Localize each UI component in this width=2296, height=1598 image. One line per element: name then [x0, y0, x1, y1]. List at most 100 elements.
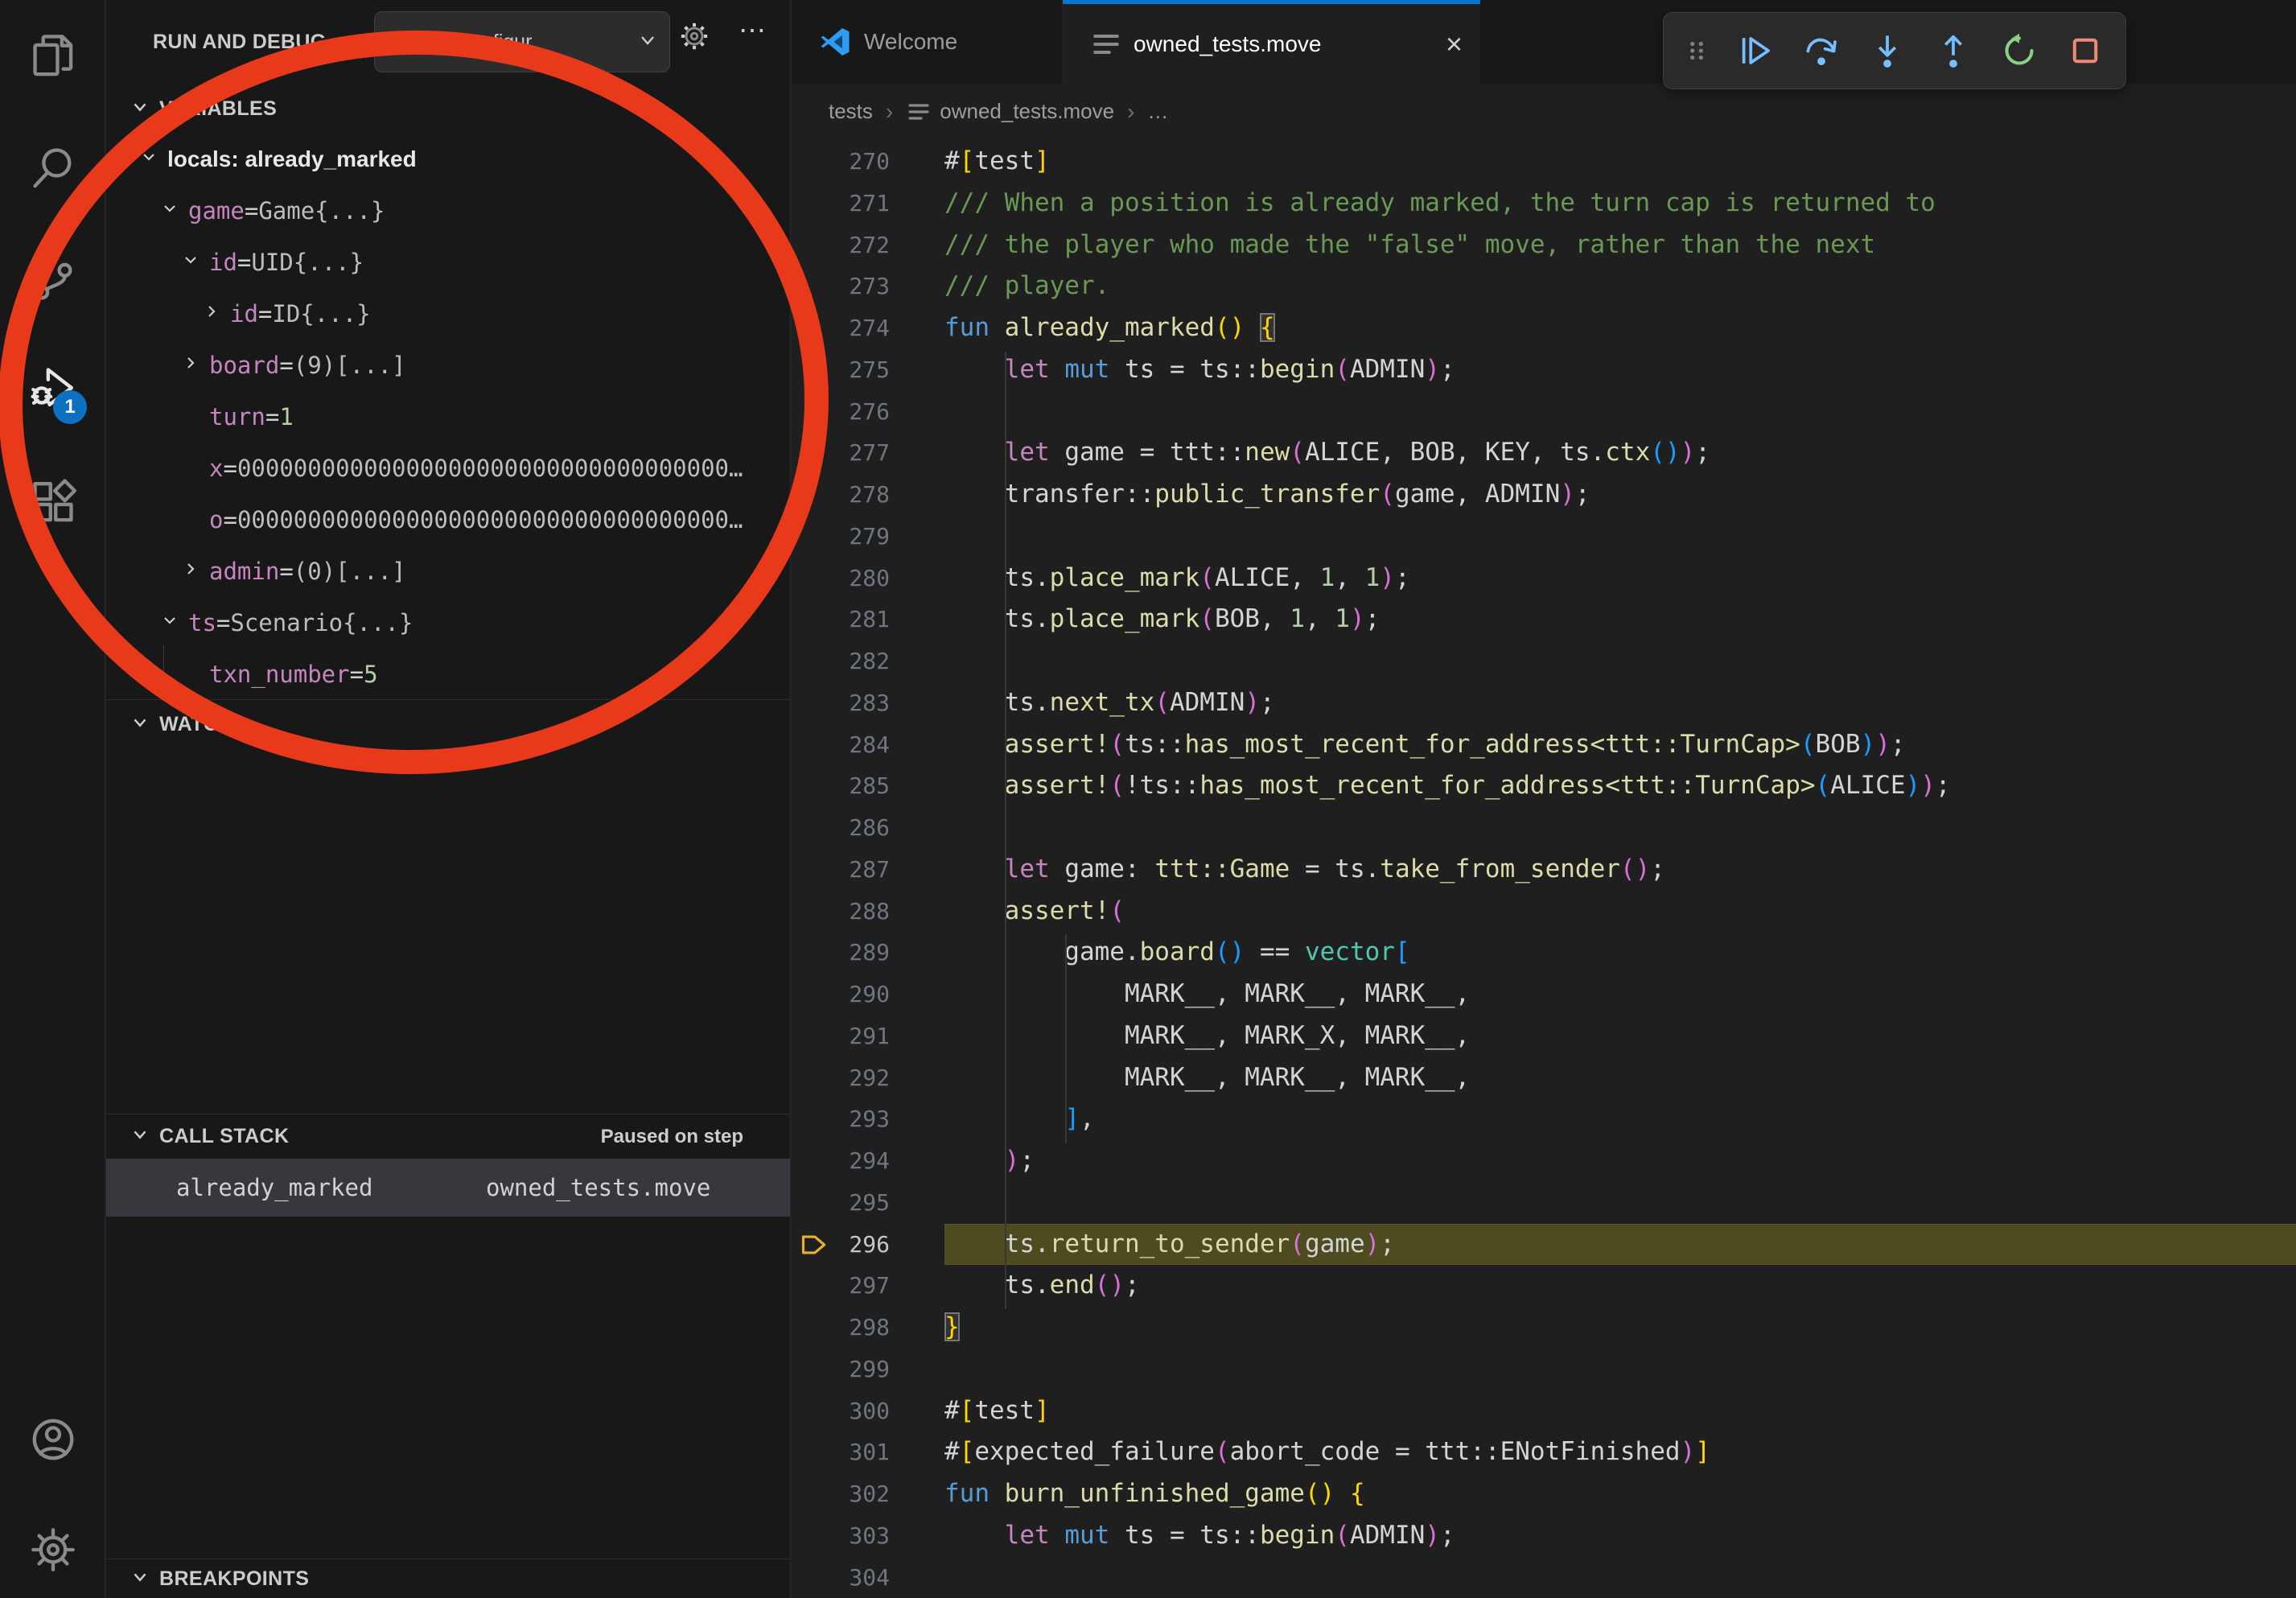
step-out-button[interactable] [1932, 30, 1974, 72]
breakpoints-section-header[interactable]: BREAKPOINTS [106, 1559, 790, 1598]
line-number[interactable]: 301 [792, 1431, 944, 1473]
line-number[interactable]: 300 [792, 1390, 944, 1432]
variable-row[interactable]: board = (9)[...] [106, 340, 790, 391]
code-line[interactable]: 285 assert!(!ts::has_most_recent_for_add… [792, 765, 2296, 807]
code-line[interactable]: 296 ts.return_to_sender(game); [792, 1224, 2296, 1266]
more-actions-icon[interactable]: ⋯ [739, 14, 766, 47]
code-line[interactable]: 287 let game: ttt::Game = ts.take_from_s… [792, 849, 2296, 891]
extensions-icon[interactable] [0, 458, 105, 546]
code-line[interactable]: 298} [792, 1307, 2296, 1349]
line-number[interactable]: 280 [792, 558, 944, 599]
line-number[interactable]: 275 [792, 349, 944, 391]
settings-gear-icon[interactable] [0, 1505, 105, 1594]
code-line[interactable]: 272/// the player who made the "false" m… [792, 224, 2296, 266]
code-line[interactable]: 273/// player. [792, 266, 2296, 307]
line-number[interactable]: 274 [792, 307, 944, 349]
variable-row[interactable]: turn = 1 [106, 391, 790, 443]
drag-grip-icon[interactable] [1683, 30, 1710, 72]
tab-welcome[interactable]: Welcome [792, 0, 1063, 84]
call-stack-section-header[interactable]: CALL STACK Paused on step [106, 1114, 790, 1159]
line-number[interactable]: 270 [792, 141, 944, 183]
line-number[interactable]: 292 [792, 1057, 944, 1099]
line-number[interactable]: 294 [792, 1140, 944, 1182]
code-line[interactable]: 291 MARK__, MARK_X, MARK__, [792, 1015, 2296, 1057]
line-number[interactable]: 286 [792, 807, 944, 849]
code-line[interactable]: 303 let mut ts = ts::begin(ADMIN); [792, 1515, 2296, 1557]
restart-button[interactable] [1998, 30, 2040, 72]
code-line[interactable]: 304 [792, 1557, 2296, 1598]
code-line[interactable]: 295 [792, 1182, 2296, 1224]
line-number[interactable]: 281 [792, 599, 944, 640]
gear-icon[interactable] [679, 21, 710, 59]
code-line[interactable]: 289 game.board() == vector[ [792, 932, 2296, 974]
line-number[interactable]: 303 [792, 1515, 944, 1557]
variable-row[interactable]: game = Game{...} [106, 185, 790, 237]
step-over-button[interactable] [1800, 30, 1842, 72]
code-line[interactable]: 301#[expected_failure(abort_code = ttt::… [792, 1431, 2296, 1473]
line-number[interactable]: 283 [792, 682, 944, 724]
variable-row[interactable]: locals: already_marked [106, 134, 790, 185]
code-line[interactable]: 279 [792, 516, 2296, 558]
code-line[interactable]: 297 ts.end(); [792, 1265, 2296, 1307]
line-number[interactable]: 291 [792, 1015, 944, 1057]
line-number[interactable]: 288 [792, 891, 944, 933]
code-line[interactable]: 294 ); [792, 1140, 2296, 1182]
tab-owned-tests[interactable]: owned_tests.move × [1063, 0, 1480, 84]
variable-row[interactable]: x = 00000000000000000000000000000000000… [106, 443, 790, 494]
breadcrumb-folder[interactable]: tests [829, 99, 873, 124]
call-stack-frame[interactable]: already_marked owned_tests.move [106, 1159, 790, 1217]
code-line[interactable]: 271/// When a position is already marked… [792, 183, 2296, 224]
continue-button[interactable] [1734, 30, 1776, 72]
breadcrumb-file[interactable]: owned_tests.move [940, 99, 1114, 124]
line-number[interactable]: 296 [792, 1224, 944, 1266]
line-number[interactable]: 287 [792, 849, 944, 891]
line-number[interactable]: 295 [792, 1182, 944, 1224]
code-line[interactable]: 270#[test] [792, 141, 2296, 183]
code-line[interactable]: 283 ts.next_tx(ADMIN); [792, 682, 2296, 724]
stop-button[interactable] [2064, 30, 2106, 72]
line-number[interactable]: 285 [792, 765, 944, 807]
line-number[interactable]: 272 [792, 224, 944, 266]
code-line[interactable]: 275 let mut ts = ts::begin(ADMIN); [792, 349, 2296, 391]
code-line[interactable]: 300#[test] [792, 1390, 2296, 1432]
code-line[interactable]: 276 [792, 391, 2296, 433]
watch-section-header[interactable]: WATCH [106, 700, 790, 748]
line-number[interactable]: 273 [792, 266, 944, 307]
account-icon[interactable] [0, 1395, 105, 1484]
search-icon[interactable] [0, 124, 105, 212]
line-number[interactable]: 271 [792, 183, 944, 224]
line-number[interactable]: 277 [792, 432, 944, 474]
source-control-icon[interactable] [0, 234, 105, 323]
step-into-button[interactable] [1866, 30, 1908, 72]
variable-row[interactable]: ts = Scenario{...} [106, 597, 790, 649]
variable-row[interactable]: id = ID{...} [106, 288, 790, 340]
line-number[interactable]: 276 [792, 391, 944, 433]
breadcrumb-symbol[interactable]: … [1147, 99, 1168, 124]
line-number[interactable]: 302 [792, 1473, 944, 1515]
code-line[interactable]: 280 ts.place_mark(ALICE, 1, 1); [792, 558, 2296, 599]
variables-section-header[interactable]: VARIABLES [106, 84, 790, 134]
line-number[interactable]: 279 [792, 516, 944, 558]
code-line[interactable]: 284 assert!(ts::has_most_recent_for_addr… [792, 724, 2296, 766]
code-line[interactable]: 293 ], [792, 1098, 2296, 1140]
line-number[interactable]: 299 [792, 1349, 944, 1390]
code-line[interactable]: 277 let game = ttt::new(ALICE, BOB, KEY,… [792, 432, 2296, 474]
code-line[interactable]: 274fun already_marked() { [792, 307, 2296, 349]
close-icon[interactable]: × [1446, 30, 1463, 59]
variable-row[interactable]: txn_number = 5 [106, 649, 790, 700]
code-line[interactable]: 302fun burn_unfinished_game() { [792, 1473, 2296, 1515]
debug-config-dropdown[interactable]: No Configur [374, 11, 670, 72]
line-number[interactable]: 284 [792, 724, 944, 766]
line-number[interactable]: 289 [792, 932, 944, 974]
code-line[interactable]: 278 transfer::public_transfer(game, ADMI… [792, 474, 2296, 516]
line-number[interactable]: 293 [792, 1098, 944, 1140]
line-number[interactable]: 297 [792, 1265, 944, 1307]
line-number[interactable]: 278 [792, 474, 944, 516]
line-number[interactable]: 290 [792, 974, 944, 1015]
code-line[interactable]: 286 [792, 807, 2296, 849]
code-line[interactable]: 292 MARK__, MARK__, MARK__, [792, 1057, 2296, 1099]
code-line[interactable]: 281 ts.place_mark(BOB, 1, 1); [792, 599, 2296, 640]
line-number[interactable]: 298 [792, 1307, 944, 1349]
variable-row[interactable]: admin = (0)[...] [106, 546, 790, 597]
explorer-icon[interactable] [0, 11, 105, 100]
